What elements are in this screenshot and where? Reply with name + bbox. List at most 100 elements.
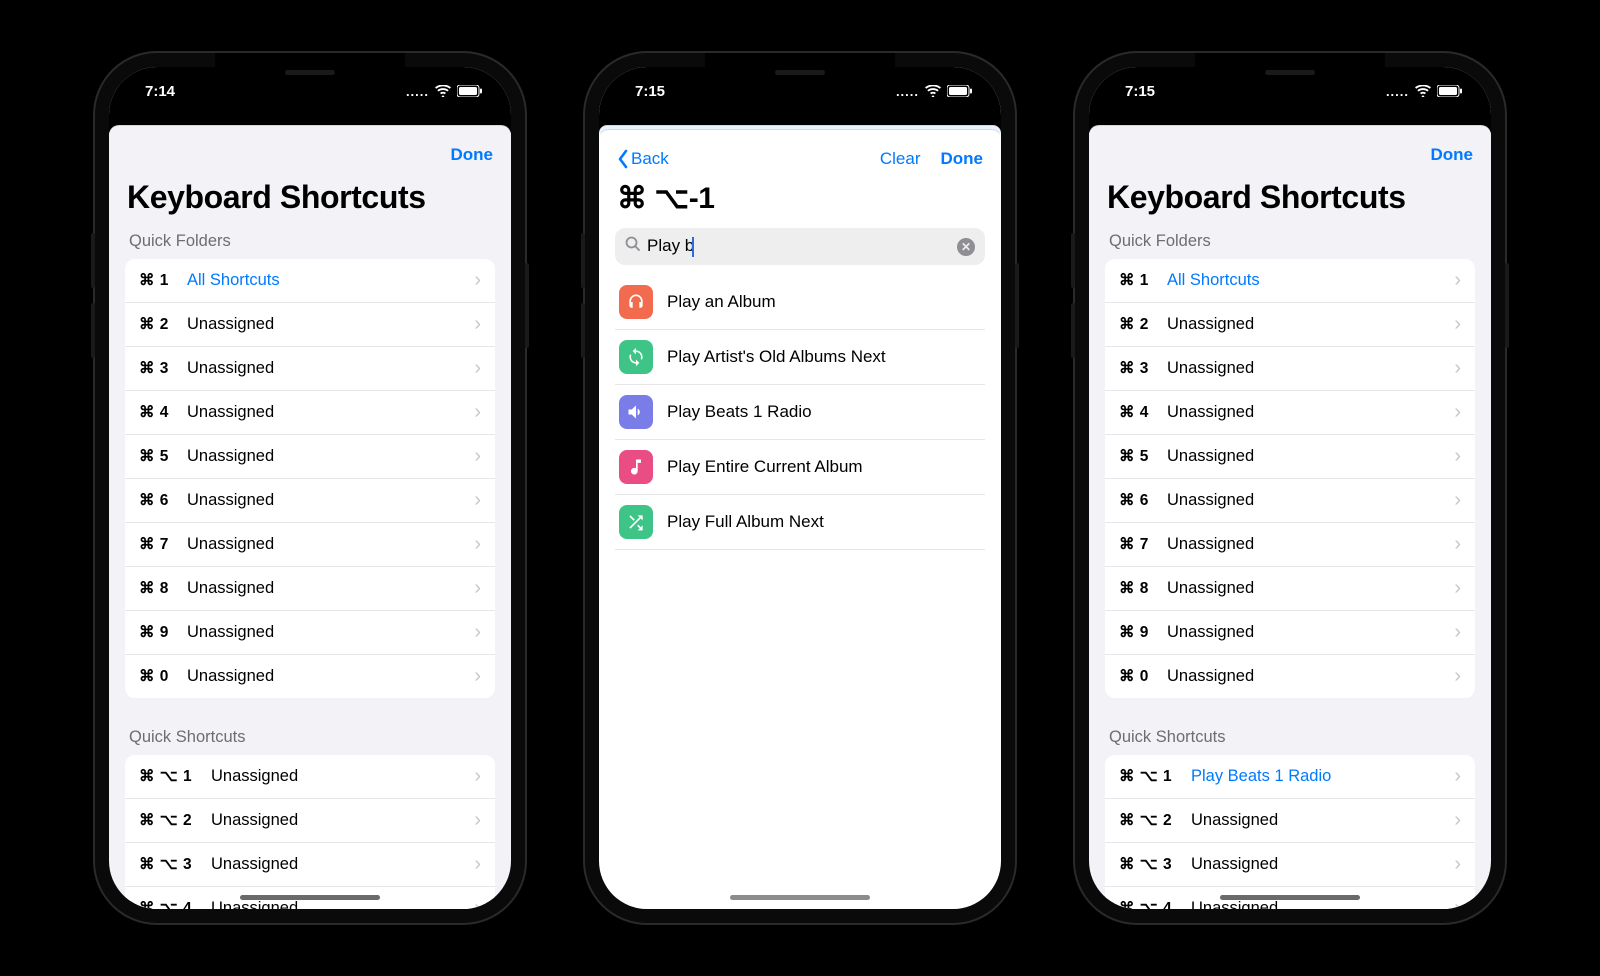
page-title-keys: ⌘ ⌥-1 <box>599 177 1001 228</box>
done-button[interactable]: Done <box>1431 145 1474 165</box>
home-indicator[interactable] <box>1220 895 1360 900</box>
chevron-right-icon: › <box>1454 269 1461 292</box>
shortcut-keys: ⌘ 3 <box>1119 359 1167 378</box>
shortcut-keys: ⌘ 5 <box>139 447 187 466</box>
shortcut-label: Unassigned <box>211 767 474 786</box>
shortcut-keys: ⌘ ⌥ 4 <box>139 899 211 909</box>
search-field-wrap[interactable]: Play b ✕ <box>615 228 985 265</box>
navbar: Back Clear Done <box>599 139 1001 177</box>
list-row[interactable]: ⌘ 0Unassigned› <box>125 655 495 698</box>
wifi-icon <box>925 85 941 97</box>
shortcut-keys: ⌘ 6 <box>1119 491 1167 510</box>
list-row[interactable]: ⌘ 3Unassigned› <box>125 347 495 391</box>
done-button[interactable]: Done <box>941 149 984 169</box>
list-row[interactable]: ⌘ 7Unassigned› <box>1105 523 1475 567</box>
list-row[interactable]: ⌘ ⌥ 1Unassigned› <box>125 755 495 799</box>
list-row[interactable]: ⌘ ⌥ 2Unassigned› <box>125 799 495 843</box>
list-row[interactable]: ⌘ 2Unassigned› <box>1105 303 1475 347</box>
clear-button[interactable]: Clear <box>880 149 921 169</box>
chevron-right-icon: › <box>474 313 481 336</box>
list-row[interactable]: ⌘ 6Unassigned› <box>125 479 495 523</box>
list-row[interactable]: ⌘ 8Unassigned› <box>125 567 495 611</box>
search-input[interactable]: Play b <box>647 236 951 257</box>
list-row[interactable]: ⌘ ⌥ 2Unassigned› <box>1105 799 1475 843</box>
chevron-right-icon: › <box>1454 313 1461 336</box>
list-row[interactable]: ⌘ ⌥ 1Play Beats 1 Radio› <box>1105 755 1475 799</box>
shortcut-keys: ⌘ 0 <box>139 667 187 686</box>
shortcut-label: Unassigned <box>1167 623 1454 642</box>
shortcut-keys: ⌘ 3 <box>139 359 187 378</box>
list-row[interactable]: ⌘ 2Unassigned› <box>125 303 495 347</box>
result-row[interactable]: Play an Album <box>615 275 985 330</box>
list-row[interactable]: ⌘ 1All Shortcuts› <box>1105 259 1475 303</box>
list-row[interactable]: ⌘ 5Unassigned› <box>125 435 495 479</box>
result-row[interactable]: Play Full Album Next <box>615 495 985 550</box>
wifi-icon <box>1415 85 1431 97</box>
done-button[interactable]: Done <box>451 145 494 165</box>
list-row[interactable]: ⌘ 4Unassigned› <box>1105 391 1475 435</box>
chevron-right-icon: › <box>474 853 481 876</box>
shortcut-label: Unassigned <box>1191 811 1454 830</box>
shortcut-label: Unassigned <box>187 491 474 510</box>
folders-list: ⌘ 1All Shortcuts›⌘ 2Unassigned›⌘ 3Unassi… <box>1105 259 1475 698</box>
list-row[interactable]: ⌘ 6Unassigned› <box>1105 479 1475 523</box>
shortcut-keys: ⌘ 7 <box>1119 535 1167 554</box>
shortcuts-list: ⌘ ⌥ 1Unassigned›⌘ ⌥ 2Unassigned›⌘ ⌥ 3Una… <box>125 755 495 909</box>
chevron-right-icon: › <box>474 269 481 292</box>
chevron-right-icon: › <box>474 665 481 688</box>
list-row[interactable]: ⌘ 5Unassigned› <box>1105 435 1475 479</box>
shortcut-keys: ⌘ ⌥ 1 <box>139 767 211 786</box>
status-time: 7:15 <box>1125 83 1155 100</box>
section-quick-folders: Quick Folders <box>109 226 511 259</box>
list-row[interactable]: ⌘ 4Unassigned› <box>125 391 495 435</box>
page-title: Keyboard Shortcuts <box>1089 173 1491 226</box>
shortcut-label: Unassigned <box>187 359 474 378</box>
home-indicator[interactable] <box>240 895 380 900</box>
list-row[interactable]: ⌘ 3Unassigned› <box>1105 347 1475 391</box>
text-cursor <box>692 237 694 257</box>
shortcut-label: Unassigned <box>1167 359 1454 378</box>
shortcut-label: Unassigned <box>1167 667 1454 686</box>
shortcut-label: Unassigned <box>211 855 474 874</box>
list-row[interactable]: ⌘ ⌥ 3Unassigned› <box>125 843 495 887</box>
shortcuts-list: ⌘ ⌥ 1Play Beats 1 Radio›⌘ ⌥ 2Unassigned›… <box>1105 755 1475 909</box>
result-row[interactable]: Play Beats 1 Radio <box>615 385 985 440</box>
music-icon <box>619 450 653 484</box>
shortcut-keys: ⌘ 5 <box>1119 447 1167 466</box>
result-label: Play Beats 1 Radio <box>667 402 812 422</box>
chevron-right-icon: › <box>1454 665 1461 688</box>
screen-1: 7:14 ..... Done Keyboard Shortcuts Quick… <box>109 67 511 909</box>
list-row[interactable]: ⌘ 8Unassigned› <box>1105 567 1475 611</box>
shortcut-keys: ⌘ 8 <box>139 579 187 598</box>
chevron-right-icon: › <box>1454 445 1461 468</box>
shortcut-label: Unassigned <box>187 535 474 554</box>
home-indicator[interactable] <box>730 895 870 900</box>
list-row[interactable]: ⌘ ⌥ 3Unassigned› <box>1105 843 1475 887</box>
screen-2: 7:15 ..... Back Clear Done ⌘ ⌥-1 Play b … <box>599 67 1001 909</box>
list-row[interactable]: ⌘ 0Unassigned› <box>1105 655 1475 698</box>
shortcut-label: Unassigned <box>1167 315 1454 334</box>
list-row[interactable]: ⌘ 9Unassigned› <box>1105 611 1475 655</box>
battery-icon <box>947 85 973 97</box>
shortcut-keys: ⌘ ⌥ 3 <box>139 855 211 874</box>
shortcut-label: Unassigned <box>211 811 474 830</box>
wifi-icon <box>435 85 451 97</box>
shortcut-keys: ⌘ 8 <box>1119 579 1167 598</box>
list-row[interactable]: ⌘ 7Unassigned› <box>125 523 495 567</box>
list-row[interactable]: ⌘ 1All Shortcuts› <box>125 259 495 303</box>
status-dots: ..... <box>1386 84 1409 99</box>
shortcut-label: Unassigned <box>187 447 474 466</box>
list-row[interactable]: ⌘ 9Unassigned› <box>125 611 495 655</box>
chevron-right-icon: › <box>474 489 481 512</box>
back-button[interactable]: Back <box>617 149 669 169</box>
shortcut-label: Unassigned <box>187 667 474 686</box>
shortcut-label: All Shortcuts <box>187 271 474 290</box>
result-row[interactable]: Play Entire Current Album <box>615 440 985 495</box>
chevron-right-icon: › <box>474 621 481 644</box>
shortcut-keys: ⌘ ⌥ 1 <box>1119 767 1191 786</box>
clear-text-button[interactable]: ✕ <box>957 238 975 256</box>
phone-frame-3: 7:15 ..... Done Keyboard Shortcuts Quick… <box>1075 53 1505 923</box>
result-row[interactable]: Play Artist's Old Albums Next <box>615 330 985 385</box>
shortcut-label: All Shortcuts <box>1167 271 1454 290</box>
chevron-right-icon: › <box>474 401 481 424</box>
